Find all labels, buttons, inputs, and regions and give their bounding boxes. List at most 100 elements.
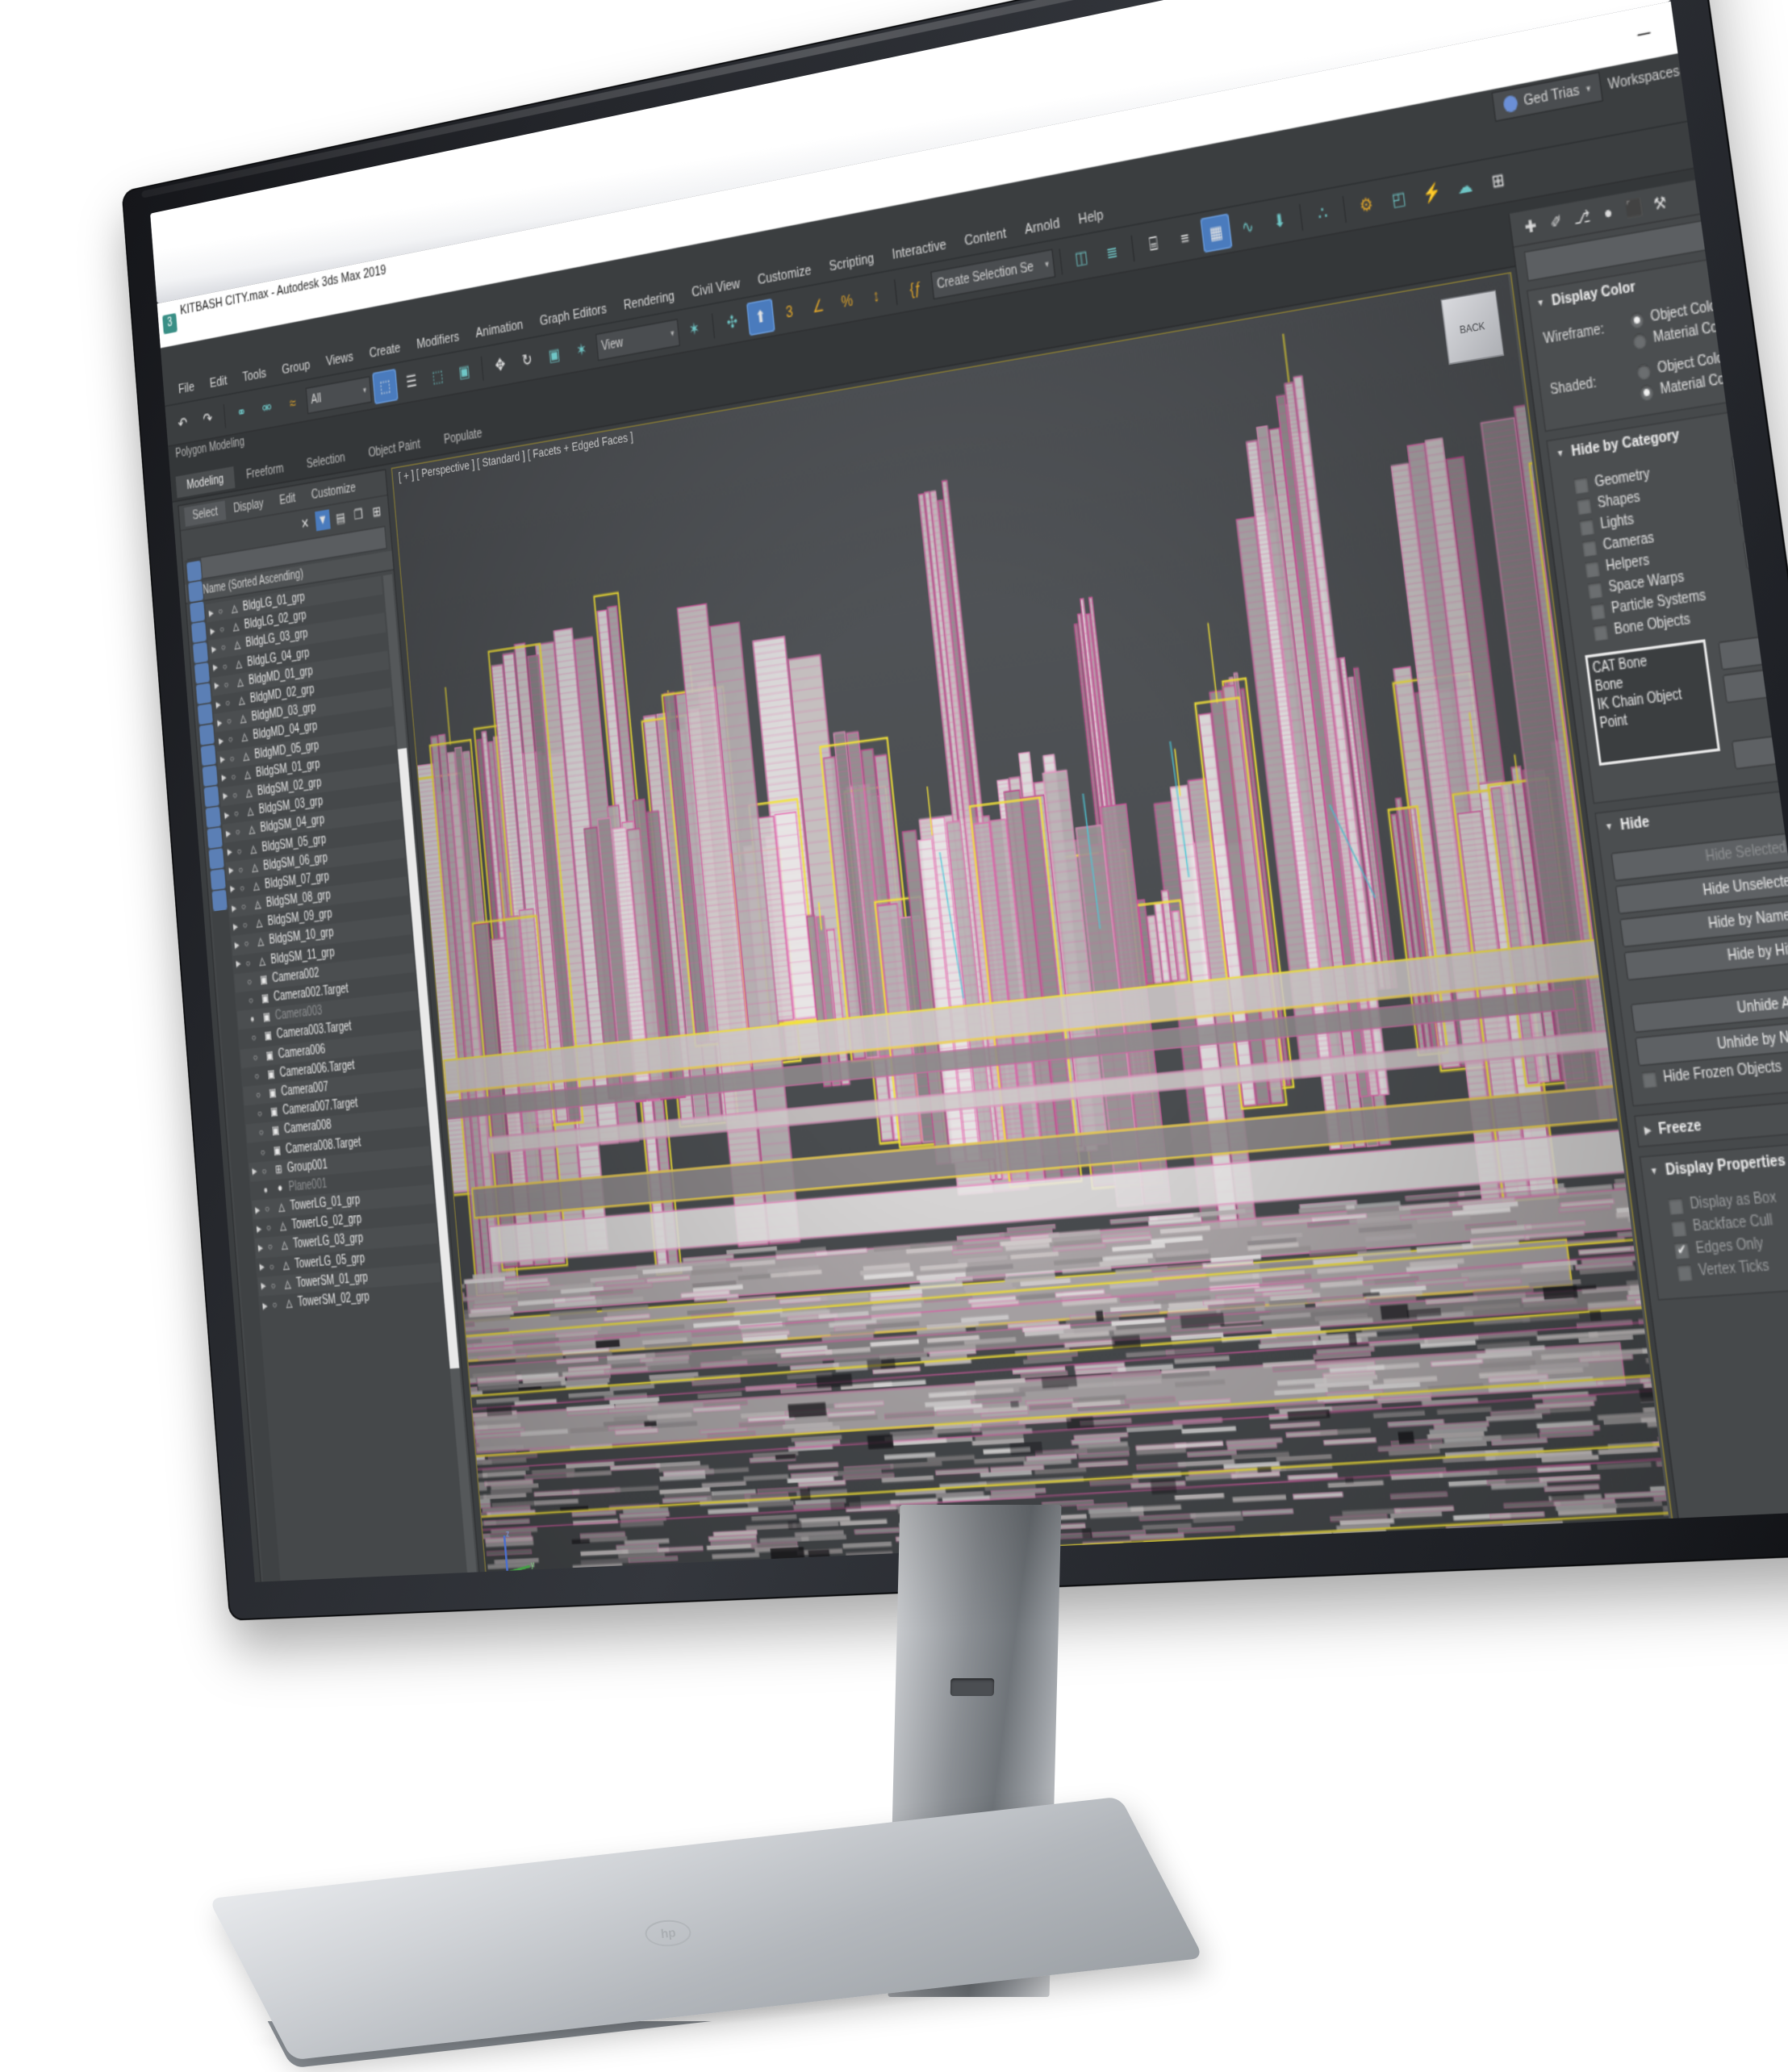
expand-arrow-icon[interactable] (253, 1190, 260, 1191)
expand-arrow-icon[interactable]: ▶ (232, 903, 239, 913)
expand-arrow-icon[interactable]: ▶ (225, 828, 232, 838)
menu-item-group[interactable]: Group (273, 353, 319, 382)
layer-explorer-icon[interactable]: ⌸ (1138, 224, 1169, 264)
visibility-toggle-icon[interactable]: ○ (232, 789, 241, 801)
expand-arrow-icon[interactable]: ▶ (261, 1281, 268, 1292)
checkbox-edges-only[interactable]: ✔Edges Only (1673, 1222, 1788, 1259)
render-production-icon[interactable]: ☁ (1448, 166, 1481, 207)
expand-arrow-icon[interactable]: ▶ (262, 1300, 269, 1310)
checkbox-cameras[interactable]: Cameras (1581, 518, 1732, 557)
visibility-toggle-icon[interactable]: ○ (231, 771, 240, 783)
select-and-move-icon[interactable]: ✥ (487, 346, 513, 382)
visibility-toggle-icon[interactable]: ○ (258, 1126, 267, 1138)
listbox-item[interactable]: CAT Bone (1591, 645, 1702, 679)
render-frame-window-icon[interactable]: ⚡ (1414, 173, 1448, 213)
expand-arrow-icon[interactable]: ▶ (215, 699, 223, 709)
expand-arrow-icon[interactable]: ▶ (210, 625, 216, 636)
explorer-tab-edit[interactable]: Edit (270, 487, 303, 512)
select-and-rotate-icon[interactable]: ↻ (513, 341, 541, 378)
menu-item-views[interactable]: Views (317, 344, 362, 374)
checkbox-hide-frozen-objects[interactable]: Hide Frozen Objects (1641, 1046, 1788, 1088)
use-pivot-point-center-icon[interactable]: ✶ (680, 311, 708, 348)
visibility-toggle-icon[interactable]: ○ (272, 1298, 281, 1310)
listbox-item[interactable]: IK Chain Object (1596, 683, 1707, 715)
listbox-item[interactable]: Bone (1594, 664, 1704, 696)
ribbon-tab-modeling[interactable]: Modeling (175, 466, 235, 498)
explorer-filter-icon-1[interactable] (186, 561, 201, 583)
explorer-filter-icon-6[interactable] (194, 662, 209, 684)
expand-arrow-icon[interactable] (246, 1096, 253, 1097)
visibility-toggle-icon[interactable]: ○ (224, 679, 232, 691)
expand-arrow-icon[interactable] (248, 1114, 254, 1115)
explorer-filter-icon-5[interactable] (192, 642, 207, 664)
bone-category-listbox[interactable]: CAT BoneBoneIK Chain ObjectPoint (1585, 639, 1720, 766)
checkbox-helpers[interactable]: Helpers (1585, 540, 1735, 578)
ribbon-tab-object-paint[interactable]: Object Paint (357, 432, 432, 466)
menu-item-tools[interactable]: Tools (234, 361, 275, 390)
explorer-filter-icon-7[interactable] (195, 683, 211, 705)
menu-item-file[interactable]: File (169, 374, 203, 402)
button-hide-by-hit[interactable]: Hide by Hit (1623, 924, 1788, 981)
checkbox-particle-systems[interactable]: Particle Systems (1590, 583, 1741, 620)
snaps-toggle-icon[interactable]: ⬆ (746, 298, 775, 335)
visibility-toggle-icon[interactable]: ○ (244, 938, 253, 950)
visibility-toggle-icon[interactable]: ○ (218, 605, 227, 617)
close-button[interactable]: ✕ (1723, 2, 1786, 44)
visibility-toggle-icon[interactable]: ● (263, 1184, 272, 1196)
motion-icon[interactable]: ● (1596, 199, 1619, 226)
expand-arrow-icon[interactable]: ▶ (232, 921, 240, 932)
expand-arrow-icon[interactable]: ▶ (208, 608, 215, 618)
explorer-filter-icon-4[interactable] (190, 621, 206, 643)
checkbox-shapes[interactable]: Shapes (1577, 476, 1727, 515)
rollout-header-hide[interactable]: ▼Hide (1596, 780, 1788, 843)
rollout-header-freeze[interactable]: ▶Freeze (1636, 1092, 1788, 1147)
visibility-toggle-icon[interactable]: ○ (257, 1108, 266, 1120)
select-and-place-icon[interactable]: ✶ (568, 332, 595, 368)
scene-explorer-icon[interactable]: ≡ (1168, 219, 1201, 258)
expand-arrow-icon[interactable] (240, 1020, 247, 1021)
maxscript-icon[interactable]: {ƒ (900, 269, 930, 307)
ribbon-tab-populate[interactable]: Populate (432, 420, 494, 453)
object-name-field[interactable] (1523, 203, 1788, 282)
checkbox-lights[interactable]: Lights (1579, 497, 1729, 536)
visibility-toggle-icon[interactable]: ○ (249, 994, 257, 1006)
checkbox-vertex-ticks[interactable]: Vertex Ticks (1677, 1245, 1788, 1281)
window-crossing-icon[interactable]: ▣ (451, 353, 478, 390)
expand-arrow-icon[interactable]: ▶ (224, 809, 232, 820)
explorer-filter-icon-16[interactable] (210, 869, 225, 891)
expand-arrow-icon[interactable] (239, 1001, 245, 1002)
expand-arrow-icon[interactable]: ▶ (230, 884, 237, 894)
rectangular-selection-region-icon[interactable]: ⬚ (424, 358, 451, 395)
expand-arrow-icon[interactable]: ▶ (214, 680, 221, 691)
expand-all-icon[interactable]: ❐ (350, 503, 366, 525)
menu-item-create[interactable]: Create (360, 335, 409, 366)
view-cube[interactable]: BACK (1440, 290, 1504, 365)
explorer-filter-icon-9[interactable] (198, 724, 214, 746)
expand-arrow-icon[interactable]: ▶ (228, 865, 236, 875)
button-hide-by-name[interactable]: Hide by Name... (1619, 890, 1788, 948)
visibility-toggle-icon[interactable]: ○ (261, 1164, 270, 1176)
explorer-filter-icon-2[interactable] (187, 581, 203, 603)
visibility-toggle-icon[interactable]: ○ (219, 623, 228, 635)
expand-arrow-icon[interactable]: ▶ (217, 717, 224, 728)
visibility-toggle-icon[interactable]: ○ (254, 1070, 263, 1082)
visibility-toggle-icon[interactable]: ○ (242, 919, 251, 931)
listbox-item[interactable]: Point (1598, 701, 1710, 733)
select-and-link-icon[interactable]: ⚭ (229, 395, 254, 429)
visibility-toggle-icon[interactable]: ● (249, 1013, 258, 1025)
visibility-toggle-icon[interactable]: ○ (270, 1280, 279, 1292)
visibility-toggle-icon[interactable]: ○ (256, 1088, 265, 1101)
visibility-toggle-icon[interactable]: ○ (269, 1260, 278, 1272)
expand-arrow-icon[interactable]: ▶ (252, 1166, 259, 1176)
checkbox-backface-cull[interactable]: Backface Cull (1671, 1199, 1788, 1237)
expand-arrow-icon[interactable]: ▶ (234, 940, 241, 950)
explorer-filter-icon-17[interactable] (211, 890, 227, 912)
modify-icon[interactable]: ✐ (1544, 209, 1567, 236)
visibility-toggle-icon[interactable]: ○ (227, 715, 236, 727)
percent-snap-icon[interactable]: % (832, 282, 862, 320)
visibility-toggle-icon[interactable]: ○ (235, 826, 244, 838)
visibility-toggle-icon[interactable]: ○ (251, 1032, 260, 1044)
expand-arrow-icon[interactable] (251, 1152, 257, 1153)
checkbox-display-as-box[interactable]: Display as Box (1668, 1176, 1788, 1214)
align-icon[interactable]: ✣ (718, 303, 746, 340)
